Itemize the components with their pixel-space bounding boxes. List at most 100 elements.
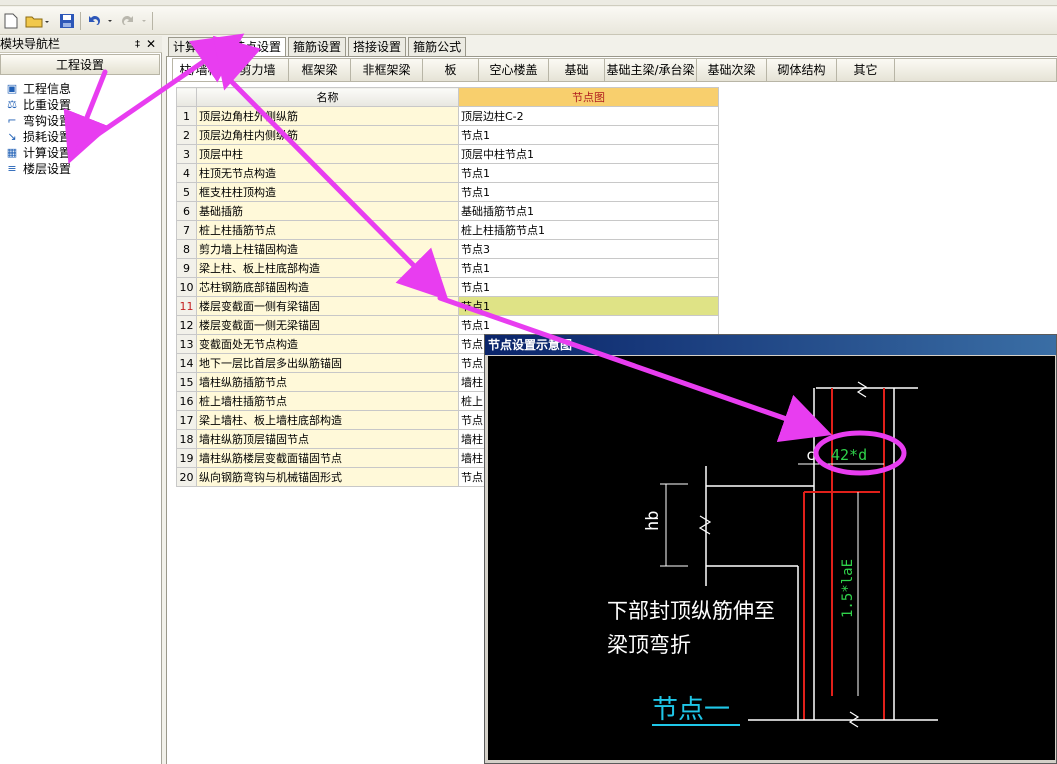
1-5-lae-label: 1.5*laE	[840, 559, 856, 618]
nav-panel-title: 模块导航栏	[0, 37, 61, 51]
nav-item-label: 楼层设置	[23, 161, 72, 176]
row-name: 楼层变截面一侧有梁锚固	[196, 296, 459, 316]
category-2[interactable]: 框架梁	[289, 59, 351, 81]
row-name: 墙柱纵筋插筋节点	[196, 372, 459, 392]
row-node[interactable]: 节点1	[458, 163, 719, 183]
hook-icon: ⌐	[7, 113, 17, 127]
row-index: 3	[176, 144, 197, 164]
floor-icon: ≡	[7, 161, 17, 175]
pin-icon[interactable]: ‡	[135, 36, 140, 53]
table-row[interactable]: 4 柱顶无节点构造 节点1	[176, 163, 719, 183]
index-header	[176, 87, 197, 107]
break-mark-top	[856, 381, 868, 398]
nav-item-2[interactable]: ⌐ 弯钩设置	[4, 112, 154, 128]
settings-tabs: 计算设置 节点设置 箍筋设置 搭接设置 箍筋公式	[168, 37, 468, 57]
table-row[interactable]: 8 剪力墙上柱锚固构造 节点3	[176, 239, 719, 259]
nav-item-3[interactable]: ↘ 损耗设置	[4, 128, 154, 144]
nav-item-4[interactable]: ▦ 计算设置	[4, 144, 154, 160]
nav-section-project-settings[interactable]: 工程设置	[0, 54, 160, 75]
loss-icon: ↘	[7, 129, 17, 143]
node-column-header: 节点图	[458, 87, 719, 107]
row-index: 7	[176, 220, 197, 240]
row-index: 14	[176, 353, 197, 373]
note-line-1: 下部封顶纵筋伸至	[607, 599, 775, 623]
row-index: 16	[176, 391, 197, 411]
row-node[interactable]: 基础插筋节点1	[458, 201, 719, 221]
tab-4[interactable]: 箍筋公式	[408, 37, 467, 56]
nav-panel-header: 模块导航栏 ‡ ✕	[0, 36, 162, 53]
row-node[interactable]: 顶层中柱节点1	[458, 144, 719, 164]
table-row[interactable]: 5 框支柱柱顶构造 节点1	[176, 182, 719, 202]
row-index: 4	[176, 163, 197, 183]
table-header-row: 名称 节点图	[176, 87, 719, 107]
row-index: 11	[176, 296, 197, 316]
nav-item-list: ▣ 工程信息 ⚖ 比重设置 ⌐ 弯钩设置 ↘ 损耗设置 ▦ 计算设置 ≡ 楼层设置	[4, 80, 154, 176]
nav-item-label: 计算设置	[23, 145, 72, 160]
tab-1[interactable]: 节点设置	[228, 37, 287, 57]
row-node[interactable]: 桩上柱插筋节点1	[458, 220, 719, 240]
row-name: 纵向钢筋弯钩与机械锚固形式	[196, 467, 459, 487]
table-row[interactable]: 9 梁上柱、板上柱底部构造 节点1	[176, 258, 719, 278]
close-icon[interactable]: ✕	[146, 36, 156, 53]
category-10[interactable]: 其它	[837, 59, 895, 81]
tab-3[interactable]: 搭接设置	[348, 37, 407, 56]
nav-item-label: 弯钩设置	[23, 113, 72, 128]
row-index: 9	[176, 258, 197, 278]
row-index: 18	[176, 429, 197, 449]
table-row[interactable]: 11 楼层变截面一侧有梁锚固 节点1	[176, 296, 719, 316]
category-1[interactable]: 剪力墙	[227, 59, 289, 81]
category-4[interactable]: 板	[423, 59, 479, 81]
undo-icon[interactable]	[86, 11, 114, 31]
open-folder-icon[interactable]	[24, 11, 50, 31]
row-node[interactable]: 节点1	[458, 315, 719, 335]
category-7[interactable]: 基础主梁/承台梁	[605, 59, 697, 81]
table-row[interactable]: 2 顶层边角柱内侧纵筋 节点1	[176, 125, 719, 145]
table-row[interactable]: 6 基础插筋 基础插筋节点1	[176, 201, 719, 221]
row-node[interactable]: 节点1	[458, 182, 719, 202]
app-window: 模块导航栏 ‡ ✕ 工程设置 ▣ 工程信息 ⚖ 比重设置 ⌐ 弯钩设置 ↘ 损耗设置 ▦ 计算设置…	[0, 0, 1057, 764]
nav-item-0[interactable]: ▣ 工程信息	[4, 80, 154, 96]
category-6[interactable]: 基础	[549, 59, 605, 81]
nav-item-5[interactable]: ≡ 楼层设置	[4, 160, 154, 176]
category-9[interactable]: 砌体结构	[767, 59, 837, 81]
node-diagram-canvas: hb c 42*d 1.5*laE 下部封顶纵筋伸至 梁顶弯折 节点一	[488, 356, 1055, 760]
new-file-icon[interactable]	[2, 11, 20, 31]
row-name: 框支柱柱顶构造	[196, 182, 459, 202]
table-row[interactable]: 7 桩上柱插筋节点 桩上柱插筋节点1	[176, 220, 719, 240]
row-index: 15	[176, 372, 197, 392]
category-3[interactable]: 非框架梁	[351, 59, 423, 81]
menu-bar[interactable]	[0, 0, 1057, 6]
row-name: 桩上墙柱插筋节点	[196, 391, 459, 411]
row-name: 顶层中柱	[196, 144, 459, 164]
row-node[interactable]: 节点3	[458, 239, 719, 259]
table-row[interactable]: 10 芯柱钢筋底部锚固构造 节点1	[176, 277, 719, 297]
weight-icon: ⚖	[7, 97, 17, 111]
nav-item-label: 损耗设置	[23, 129, 72, 144]
row-node[interactable]: 节点1	[458, 277, 719, 297]
popup-title: 节点设置示意图	[485, 335, 1056, 355]
category-5[interactable]: 空心楼盖	[479, 59, 549, 81]
row-name: 墙柱纵筋楼层变截面锚固节点	[196, 448, 459, 468]
table-row[interactable]: 12 楼层变截面一侧无梁锚固 节点1	[176, 315, 719, 335]
row-index: 10	[176, 277, 197, 297]
table-row[interactable]: 3 顶层中柱 顶层中柱节点1	[176, 144, 719, 164]
save-disk-icon[interactable]	[58, 11, 76, 31]
row-name: 剪力墙上柱锚固构造	[196, 239, 459, 259]
category-0[interactable]: 柱/墙柱	[173, 59, 227, 81]
row-node[interactable]: 节点1	[458, 296, 719, 316]
row-name: 桩上柱插筋节点	[196, 220, 459, 240]
row-node[interactable]: 顶层边柱C-2	[458, 106, 719, 126]
row-index: 1	[176, 106, 197, 126]
row-node[interactable]: 节点1	[458, 125, 719, 145]
category-8[interactable]: 基础次梁	[697, 59, 767, 81]
tab-0[interactable]: 计算设置	[168, 37, 227, 56]
tab-2[interactable]: 箍筋设置	[288, 37, 347, 56]
row-index: 5	[176, 182, 197, 202]
row-node[interactable]: 节点1	[458, 258, 719, 278]
row-index: 20	[176, 467, 197, 487]
redo-icon[interactable]	[120, 11, 148, 31]
row-name: 柱顶无节点构造	[196, 163, 459, 183]
nav-item-1[interactable]: ⚖ 比重设置	[4, 96, 154, 112]
row-name: 芯柱钢筋底部锚固构造	[196, 277, 459, 297]
table-row[interactable]: 1 顶层边角柱外侧纵筋 顶层边柱C-2	[176, 106, 719, 126]
